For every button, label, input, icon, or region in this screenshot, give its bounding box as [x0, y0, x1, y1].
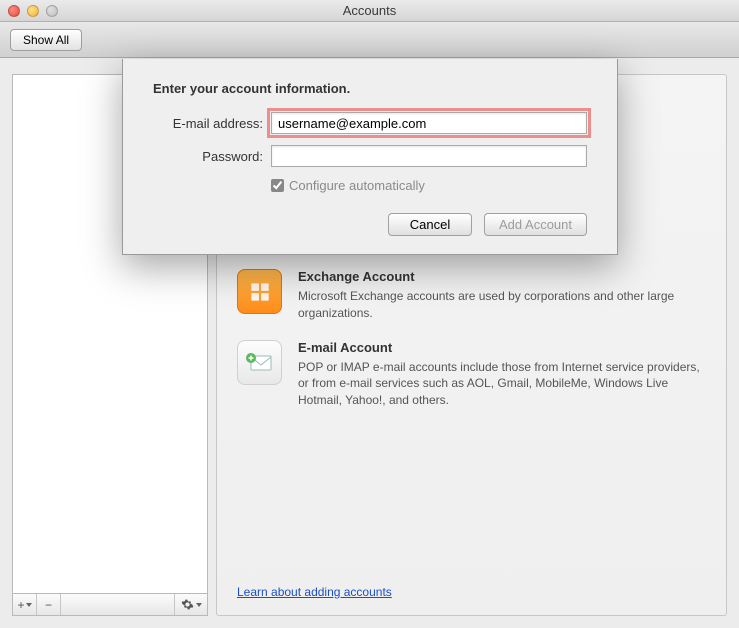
- gear-icon: [181, 598, 194, 611]
- exchange-desc: Microsoft Exchange accounts are used by …: [298, 288, 706, 322]
- chevron-down-icon: [196, 603, 202, 607]
- plus-icon: +: [17, 598, 24, 612]
- email-account-option[interactable]: E-mail Account POP or IMAP e-mail accoun…: [237, 340, 706, 409]
- configure-checkbox[interactable]: [271, 179, 284, 192]
- email-text: E-mail Account POP or IMAP e-mail accoun…: [298, 340, 706, 409]
- email-row: E-mail address:: [153, 112, 587, 134]
- show-all-button[interactable]: Show All: [10, 29, 82, 51]
- footer-spacer: [61, 594, 175, 615]
- cancel-button[interactable]: Cancel: [388, 213, 472, 236]
- titlebar: Accounts: [0, 0, 739, 22]
- chevron-down-icon: [26, 603, 32, 607]
- remove-account-button[interactable]: −: [37, 594, 61, 615]
- toolbar: Show All: [0, 22, 739, 58]
- exchange-icon: [237, 269, 282, 314]
- email-label: E-mail address:: [153, 116, 263, 131]
- exchange-text: Exchange Account Microsoft Exchange acco…: [298, 269, 706, 322]
- configure-label: Configure automatically: [289, 178, 425, 193]
- exchange-title: Exchange Account: [298, 269, 706, 284]
- email-desc: POP or IMAP e-mail accounts include thos…: [298, 359, 706, 409]
- sheet-heading: Enter your account information.: [153, 81, 587, 96]
- email-icon: [237, 340, 282, 385]
- learn-link[interactable]: Learn about adding accounts: [237, 585, 392, 599]
- add-account-button[interactable]: Add Account: [484, 213, 587, 236]
- exchange-account-option[interactable]: Exchange Account Microsoft Exchange acco…: [237, 269, 706, 322]
- configure-row: Configure automatically: [271, 178, 587, 193]
- password-label: Password:: [153, 149, 263, 164]
- sheet-buttons: Cancel Add Account: [153, 213, 587, 236]
- settings-button[interactable]: [175, 594, 207, 615]
- password-row: Password:: [153, 145, 587, 167]
- minus-icon: −: [45, 598, 52, 612]
- sidebar-footer: + −: [12, 594, 208, 616]
- password-field[interactable]: [271, 145, 587, 167]
- add-account-button[interactable]: +: [13, 594, 37, 615]
- window-title: Accounts: [0, 3, 739, 18]
- add-account-sheet: Enter your account information. E-mail a…: [122, 59, 618, 255]
- email-title: E-mail Account: [298, 340, 706, 355]
- email-field[interactable]: [271, 112, 587, 134]
